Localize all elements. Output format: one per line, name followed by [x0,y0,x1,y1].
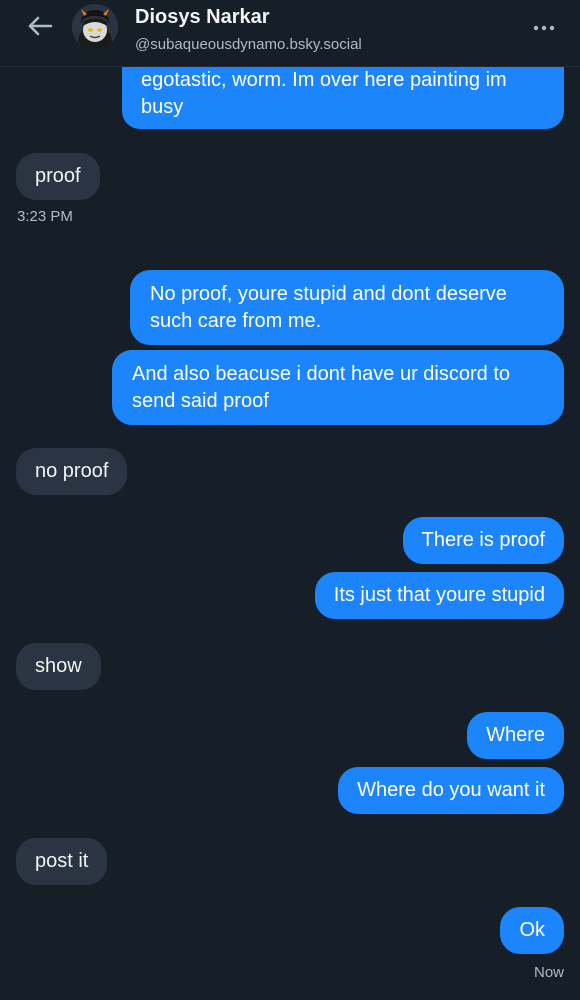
message-bubble-outgoing[interactable]: Where do you want it [338,767,564,814]
message-text: post it [35,850,89,872]
message-text: Ok [519,919,545,941]
chat-header: Diosys Narkar @subaqueousdynamo.bsky.soc… [0,0,580,67]
message-bubble-outgoing[interactable]: There is proof [402,517,564,564]
message-timestamp: Now [533,964,564,981]
message-text-line: busy [141,96,184,118]
avatar-image [72,4,118,50]
message-bubble-incoming[interactable]: post it [16,838,108,885]
message-text: Its just that youre stupid [333,584,545,606]
more-options-button[interactable] [528,14,560,42]
chat-screen: egotastic, worm. Im over here painting i… [0,0,580,1000]
message-bubble-outgoing[interactable]: Where [467,712,564,759]
message-text-line: send said proof [132,390,269,412]
avatar[interactable] [72,4,118,50]
back-button[interactable] [22,10,58,42]
message-text: Where [486,724,545,746]
message-bubble-incoming[interactable]: show [16,643,101,690]
message-text-line: such care from me. [150,310,322,332]
contact-name[interactable]: Diosys Narkar [135,6,270,29]
contact-handle[interactable]: @subaqueousdynamo.bsky.social [135,36,362,53]
message-text: There is proof [421,529,545,551]
message-text: show [35,655,82,677]
ellipsis-icon [533,25,555,31]
message-bubble-outgoing[interactable]: And also beacuse i dont have ur discord … [112,350,564,425]
message-text: Where do you want it [357,779,545,801]
message-text: proof [35,165,81,187]
message-bubble-incoming[interactable]: no proof [16,448,128,495]
message-bubble-outgoing[interactable]: Its just that youre stupid [314,572,564,619]
message-text-line: And also beacuse i dont have ur discord … [132,363,511,385]
message-bubble-outgoing[interactable]: No proof, youre stupid and dont deserve … [130,270,564,345]
arrow-left-icon [28,16,53,36]
message-text-line: egotastic, worm. Im over here painting i… [141,69,507,91]
message-bubble-outgoing[interactable]: Ok [500,907,564,954]
message-bubble-outgoing[interactable]: egotastic, worm. Im over here painting i… [122,58,564,129]
message-text-line: No proof, youre stupid and dont deserve [150,283,507,305]
message-timestamp: 3:23 PM [17,208,73,225]
message-bubble-incoming[interactable]: proof [16,153,100,200]
message-text: no proof [35,460,109,482]
